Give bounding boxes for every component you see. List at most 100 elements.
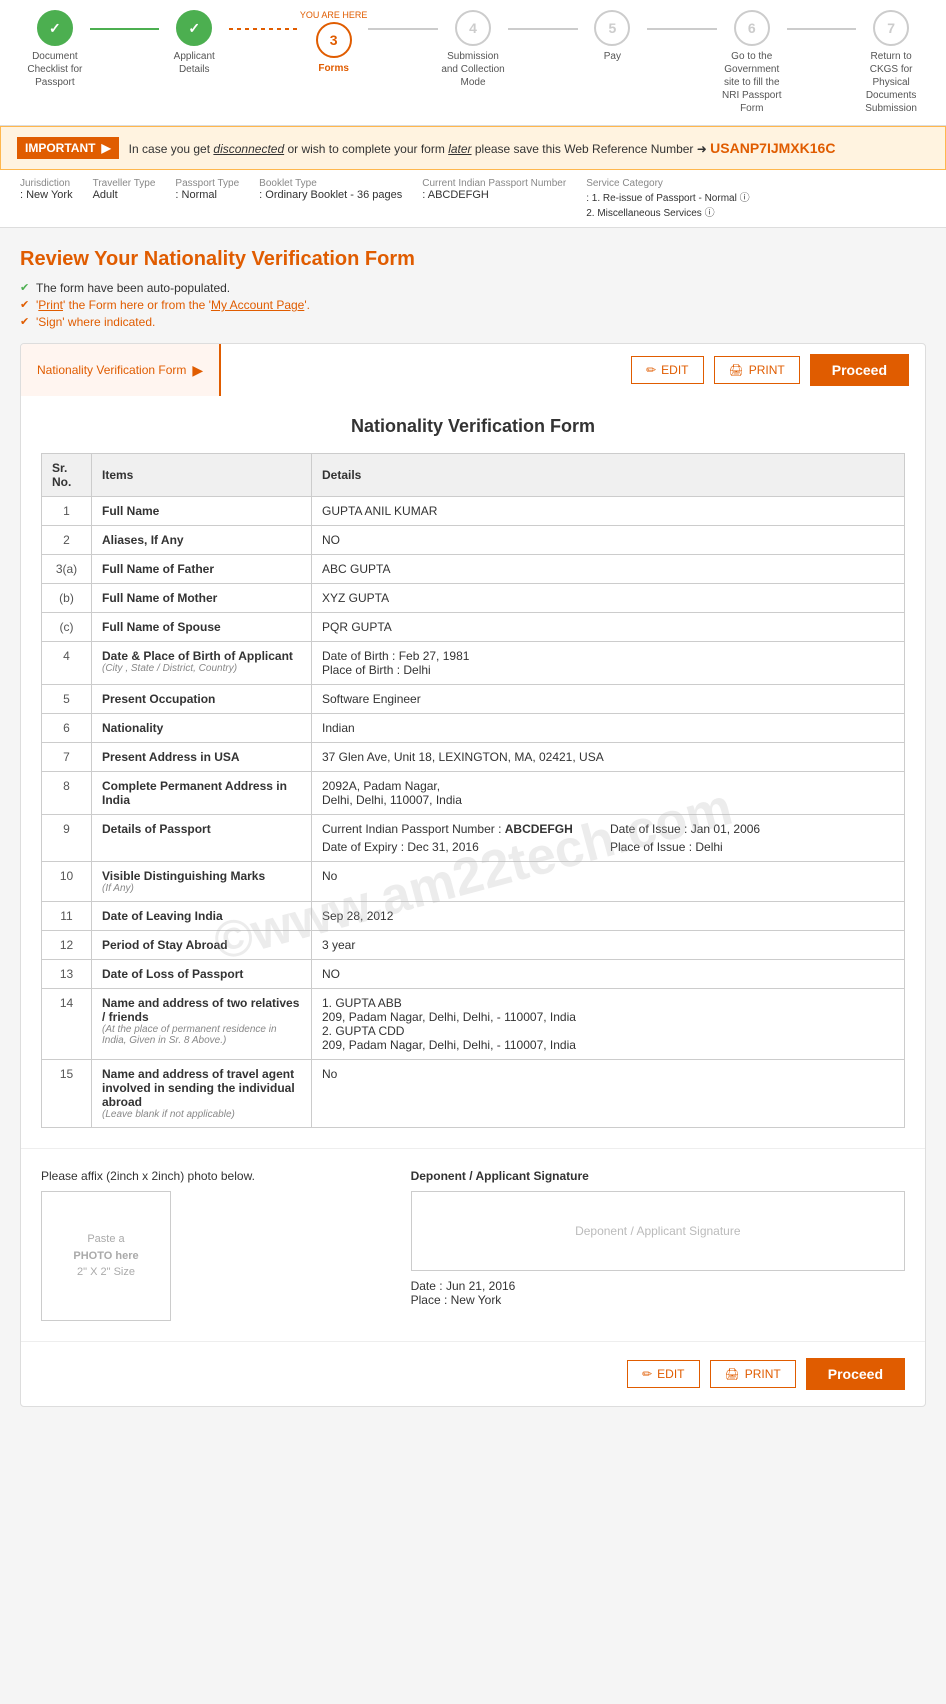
- item-label: Name and address of two relatives / frie…: [102, 996, 299, 1024]
- info-service: Service Category : 1. Re-issue of Passpo…: [586, 178, 749, 219]
- cell-detail: 3 year: [312, 931, 905, 960]
- cell-sr: 12: [42, 931, 92, 960]
- passport-num-value: : ABCDEFGH: [422, 189, 566, 201]
- passport-detail-line: Date of Issue : Jan 01, 2006: [610, 822, 894, 836]
- cell-detail: Software Engineer: [312, 685, 905, 714]
- item-label: Date of Leaving India: [102, 909, 223, 923]
- item-sub: (Leave blank if not applicable): [102, 1109, 301, 1120]
- cell-detail: XYZ GUPTA: [312, 584, 905, 613]
- banner-italic2: later: [448, 142, 471, 156]
- cell-detail: GUPTA ANIL KUMAR: [312, 497, 905, 526]
- cell-sr: 4: [42, 642, 92, 685]
- cell-item: Full Name of Spouse: [92, 613, 312, 642]
- cell-detail: 2092A, Padam Nagar,Delhi, Delhi, 110007,…: [312, 772, 905, 815]
- form-panel-wrapper: Nationality Verification Form ▶ ✏ EDIT 🖨…: [20, 343, 926, 1407]
- table-row: 4Date & Place of Birth of Applicant(City…: [42, 642, 905, 685]
- cell-item: Period of Stay Abroad: [92, 931, 312, 960]
- item-label: Date of Loss of Passport: [102, 967, 243, 981]
- table-row: 9Details of PassportCurrent Indian Passp…: [42, 815, 905, 862]
- proceed-button-bottom[interactable]: Proceed: [806, 1358, 905, 1390]
- banner-arrow2: ➜: [697, 142, 707, 156]
- cell-item: Aliases, If Any: [92, 526, 312, 555]
- table-row: 6NationalityIndian: [42, 714, 905, 743]
- step-1: ✓ Document Checklist for Passport: [20, 10, 90, 89]
- cell-item: Date of Loss of Passport: [92, 960, 312, 989]
- step-4-label: Submission and Collection Mode: [438, 50, 508, 89]
- step-6-circle: 6: [734, 10, 770, 46]
- cell-sr: 8: [42, 772, 92, 815]
- step-5: 5 Pay: [578, 10, 648, 63]
- you-are-here-label: YOU ARE HERE: [300, 10, 368, 20]
- step-3: YOU ARE HERE 3 Forms: [299, 10, 369, 75]
- cell-detail: No: [312, 862, 905, 902]
- main-content: Review Your Nationality Verification For…: [0, 228, 946, 1427]
- print-button-bottom[interactable]: 🖨 PRINT: [710, 1360, 796, 1388]
- step-6: 6 Go to the Government site to fill the …: [717, 10, 787, 115]
- form-tab[interactable]: Nationality Verification Form ▶: [21, 344, 221, 396]
- important-text-label: IMPORTANT: [25, 141, 95, 155]
- info-passport-num: Current Indian Passport Number : ABCDEFG…: [422, 178, 566, 219]
- connector-6: [787, 28, 857, 30]
- edit-button[interactable]: ✏ EDIT: [631, 356, 703, 384]
- banner-message: In case you get disconnected or wish to …: [129, 140, 836, 156]
- print-button[interactable]: 🖨 PRINT: [714, 356, 800, 384]
- edit-label: EDIT: [661, 363, 688, 377]
- table-row: 14Name and address of two relatives / fr…: [42, 989, 905, 1060]
- cell-sr: (c): [42, 613, 92, 642]
- print-icon-bottom: 🖨: [725, 1367, 740, 1381]
- table-row: 1Full NameGUPTA ANIL KUMAR: [42, 497, 905, 526]
- cell-item: Present Occupation: [92, 685, 312, 714]
- cell-item: Date & Place of Birth of Applicant(City …: [92, 642, 312, 685]
- info-jurisdiction: Jurisdiction : New York: [20, 178, 73, 219]
- cell-item: Complete Permanent Address in India: [92, 772, 312, 815]
- print-label-bottom: PRINT: [745, 1367, 781, 1381]
- cell-detail: ABC GUPTA: [312, 555, 905, 584]
- passport-detail-line: Place of Issue : Delhi: [610, 840, 894, 854]
- passport-value: : Normal: [175, 189, 239, 201]
- cell-detail: PQR GUPTA: [312, 613, 905, 642]
- service-value-1: : 1. Re-issue of Passport - Normal ⓘ: [586, 189, 749, 204]
- print-icon: 🖨: [729, 363, 744, 377]
- service-label: Service Category: [586, 178, 749, 189]
- table-row: 8Complete Permanent Address in India2092…: [42, 772, 905, 815]
- connector-3: [368, 28, 438, 30]
- item-label: Visible Distinguishing Marks: [102, 869, 265, 883]
- cell-detail: NO: [312, 526, 905, 555]
- table-row: (b)Full Name of MotherXYZ GUPTA: [42, 584, 905, 613]
- step-1-circle: ✓: [37, 10, 73, 46]
- important-label: IMPORTANT ▶: [17, 137, 119, 159]
- cell-item: Visible Distinguishing Marks(If Any): [92, 862, 312, 902]
- form-panel-header: Nationality Verification Form ▶ ✏ EDIT 🖨…: [21, 344, 925, 396]
- title-highlight: Nationality Verification Form: [144, 248, 415, 270]
- form-tab-arrow: ▶: [192, 362, 203, 379]
- step-7-label: Return to CKGS for Physical Documents Su…: [856, 50, 926, 115]
- edit-button-bottom[interactable]: ✏ EDIT: [627, 1360, 699, 1388]
- photo-box: Paste a PHOTO here 2" X 2" Size: [41, 1191, 171, 1321]
- form-tab-label: Nationality Verification Form: [37, 363, 186, 377]
- banner-arrow-icon: ▶: [101, 141, 110, 155]
- cell-sr: 2: [42, 526, 92, 555]
- checklist-item-3: 'Sign' where indicated.: [20, 315, 926, 329]
- step-2-label: Applicant Details: [159, 50, 229, 76]
- proceed-button-top[interactable]: Proceed: [810, 354, 909, 386]
- table-row: 2Aliases, If AnyNO: [42, 526, 905, 555]
- cell-sr: 9: [42, 815, 92, 862]
- banner-prefix: In case you get: [129, 142, 214, 156]
- banner-italic1: disconnected: [213, 142, 284, 156]
- photo-sig-section: Please affix (2inch x 2inch) photo below…: [21, 1148, 925, 1341]
- photo-text-3: 2" X 2" Size: [77, 1264, 135, 1281]
- connector-4: [508, 28, 578, 30]
- table-row: (c)Full Name of SpousePQR GUPTA: [42, 613, 905, 642]
- step-7-circle: 7: [873, 10, 909, 46]
- table-row: 3(a)Full Name of FatherABC GUPTA: [42, 555, 905, 584]
- traveller-value: Adult: [93, 189, 156, 201]
- table-row: 11Date of Leaving IndiaSep 28, 2012: [42, 902, 905, 931]
- item-label: Period of Stay Abroad: [102, 938, 228, 952]
- item-label: Nationality: [102, 721, 163, 735]
- sig-placeholder: Deponent / Applicant Signature: [575, 1224, 740, 1238]
- item-sub: (If Any): [102, 883, 301, 894]
- item-label: Full Name of Father: [102, 562, 214, 576]
- step-5-circle: 5: [594, 10, 630, 46]
- photo-label: Please affix (2inch x 2inch) photo below…: [41, 1169, 371, 1183]
- cell-item: Full Name: [92, 497, 312, 526]
